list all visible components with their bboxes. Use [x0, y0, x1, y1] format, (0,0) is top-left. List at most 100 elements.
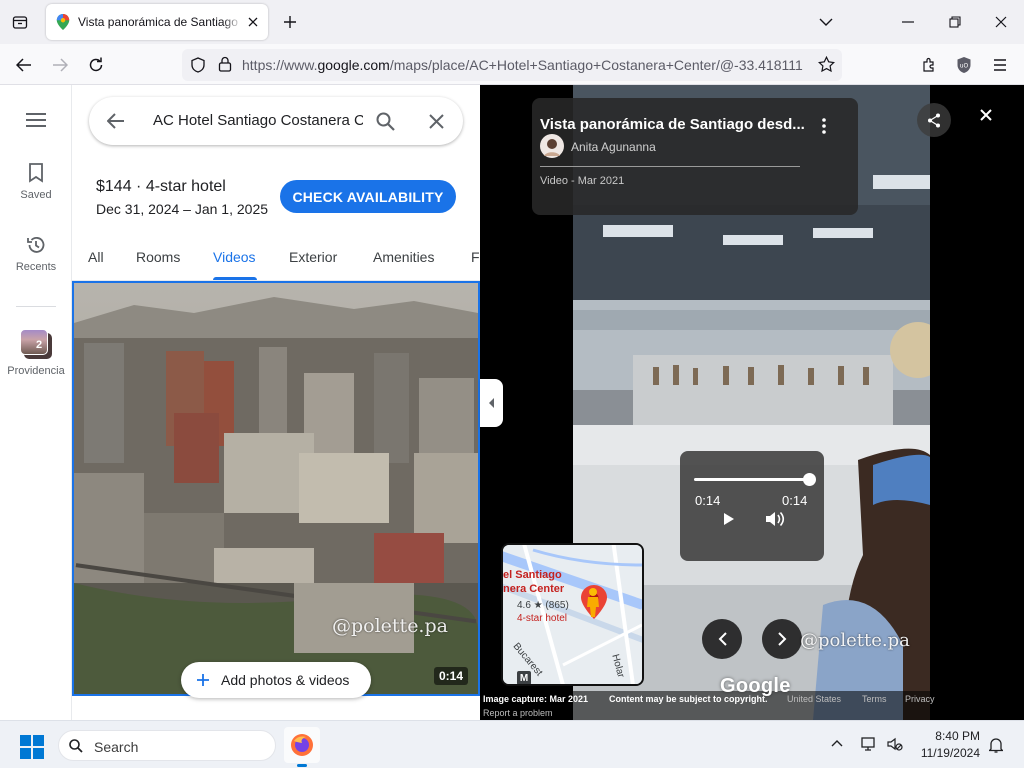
- mini-map[interactable]: el Santiago nera Center 4.6 ★ (865) 4-st…: [501, 543, 644, 686]
- recent-place-thumbnail: 2: [20, 329, 52, 359]
- notification-bell-icon[interactable]: [989, 737, 1003, 753]
- saved-button[interactable]: Saved: [0, 163, 72, 201]
- play-icon[interactable]: [723, 512, 735, 526]
- tab-exterior[interactable]: Exterior: [289, 249, 337, 265]
- check-availability-button[interactable]: CHECK AVAILABILITY: [280, 180, 456, 213]
- bookmark-star-icon[interactable]: [818, 56, 835, 73]
- previous-media-button[interactable]: [702, 619, 742, 659]
- privacy-link[interactable]: Privacy: [905, 694, 935, 704]
- country-link[interactable]: United States: [787, 694, 841, 704]
- close-window-icon[interactable]: [989, 10, 1013, 34]
- total-time: 0:14: [782, 493, 808, 508]
- video-info-card: Vista panorámica de Santiago desd... Ani…: [532, 98, 858, 215]
- taskbar-time[interactable]: 8:40 PM: [922, 729, 980, 743]
- close-viewer-icon[interactable]: [980, 109, 992, 121]
- recents-label: Recents: [15, 261, 57, 273]
- search-input[interactable]: AC Hotel Santiago Costanera Center: [153, 112, 363, 129]
- mini-map-place-name-1: el Santiago: [503, 569, 562, 581]
- menu-button[interactable]: [0, 113, 72, 127]
- search-box[interactable]: AC Hotel Santiago Costanera Center: [89, 97, 463, 145]
- address-bar[interactable]: https://www.google.com/maps/place/AC+Hot…: [182, 49, 842, 81]
- add-photos-videos-button[interactable]: Add photos & videos: [181, 662, 371, 698]
- recents-button[interactable]: Recents: [0, 235, 72, 273]
- new-tab-icon[interactable]: [278, 10, 302, 34]
- tracking-protection-icon[interactable]: [190, 57, 206, 73]
- video-duration-badge: 0:14: [434, 667, 469, 685]
- url-path: /maps/place/AC+Hotel+Santiago+Costanera+…: [389, 57, 803, 73]
- back-icon[interactable]: [12, 53, 36, 77]
- recent-place-count: 2: [36, 339, 43, 351]
- stay-dates[interactable]: Dec 31, 2024 – Jan 1, 2025: [96, 201, 268, 217]
- chevron-left-icon: [718, 632, 727, 646]
- search-icon[interactable]: [376, 112, 395, 131]
- taskbar-date[interactable]: 11/19/2024: [916, 746, 980, 760]
- app-menu-icon[interactable]: [988, 53, 1012, 77]
- forward-icon[interactable]: [48, 53, 72, 77]
- taskbar-search-placeholder: Search: [94, 739, 139, 755]
- windows-taskbar: Search 8:40 PM 11/19/2024: [0, 720, 1024, 768]
- next-media-button[interactable]: [762, 619, 802, 659]
- plus-icon: [197, 674, 209, 686]
- video-watermark-overlay: @polette.pa: [800, 630, 910, 651]
- close-tab-icon[interactable]: [248, 17, 258, 27]
- collapse-panel-button[interactable]: [480, 379, 503, 427]
- reload-icon[interactable]: [84, 53, 108, 77]
- browser-tab[interactable]: Vista panorámica de Santiago desde: [46, 4, 268, 40]
- video-progress-handle[interactable]: [803, 473, 816, 486]
- speaker-muted-icon[interactable]: [887, 736, 903, 752]
- tab-list-icon[interactable]: [8, 10, 32, 34]
- hotel-price-class: $144 · 4-star hotel: [96, 178, 226, 195]
- list-all-tabs-icon[interactable]: [814, 10, 838, 34]
- media-viewer: Vista panorámica de Santiago desd... Ani…: [480, 85, 1024, 720]
- back-arrow-icon[interactable]: [107, 113, 125, 129]
- more-options-icon[interactable]: [822, 118, 826, 134]
- windows-logo-icon: [20, 735, 44, 759]
- tab-all[interactable]: All: [88, 249, 104, 265]
- show-hidden-icons-icon[interactable]: [831, 739, 843, 747]
- share-icon[interactable]: [917, 103, 951, 137]
- author-avatar[interactable]: [540, 134, 564, 158]
- volume-icon[interactable]: [765, 510, 785, 528]
- add-photos-videos-label: Add photos & videos: [221, 672, 350, 688]
- url-text[interactable]: https://www.google.com/maps/place/AC+Hot…: [242, 57, 812, 73]
- browser-nav-bar: https://www.google.com/maps/place/AC+Hot…: [0, 44, 1024, 85]
- active-app-indicator: [297, 764, 307, 767]
- place-panel: AC Hotel Santiago Costanera Center $144 …: [72, 85, 480, 720]
- start-button[interactable]: [20, 735, 44, 759]
- rail-divider: [16, 306, 56, 307]
- tab-food[interactable]: Fo: [471, 249, 480, 265]
- tab-videos[interactable]: Videos: [213, 249, 256, 265]
- firefox-taskbar-button[interactable]: [284, 727, 320, 763]
- report-problem-link[interactable]: Report a problem: [483, 708, 553, 718]
- tab-title: Vista panorámica de Santiago desde: [78, 15, 242, 29]
- restore-icon[interactable]: [943, 10, 967, 34]
- mini-map-place-name-2: nera Center: [503, 583, 565, 595]
- video-title: Vista panorámica de Santiago desd...: [540, 116, 805, 133]
- minimize-icon[interactable]: [896, 10, 920, 34]
- recent-place-providencia[interactable]: 2 Providencia: [0, 329, 72, 378]
- terms-link[interactable]: Terms: [862, 694, 887, 704]
- video-author[interactable]: Anita Agunanna: [571, 140, 656, 154]
- media-tabs: All Rooms Videos Exterior Amenities Fo: [72, 233, 480, 281]
- taskbar-search-icon: [69, 739, 83, 753]
- hamburger-menu-icon: [26, 113, 46, 127]
- video-progress-bar[interactable]: [694, 478, 810, 481]
- mini-map-rating: 4.6 ★ (865): [517, 600, 569, 611]
- taskbar-search-box[interactable]: Search: [58, 730, 276, 761]
- extensions-icon[interactable]: [917, 53, 941, 77]
- video-controls: 0:14 0:14: [680, 451, 824, 561]
- ublock-icon[interactable]: uO: [952, 53, 976, 77]
- clear-search-icon[interactable]: [429, 114, 444, 129]
- video-thumbnail[interactable]: @polette.pa: [72, 281, 480, 696]
- maps-favicon-icon: [56, 14, 70, 30]
- bookmark-icon: [28, 163, 44, 183]
- network-icon[interactable]: [861, 736, 877, 752]
- maps-side-rail: Saved Recents 2 Providencia: [0, 85, 72, 720]
- lock-icon[interactable]: [218, 56, 232, 72]
- saved-label: Saved: [20, 189, 52, 201]
- pegman-icon[interactable]: [583, 587, 603, 619]
- tab-amenities[interactable]: Amenities: [373, 249, 434, 265]
- collapse-arrow-icon: [488, 398, 495, 408]
- tab-rooms[interactable]: Rooms: [136, 249, 180, 265]
- google-logo: Google: [720, 675, 791, 697]
